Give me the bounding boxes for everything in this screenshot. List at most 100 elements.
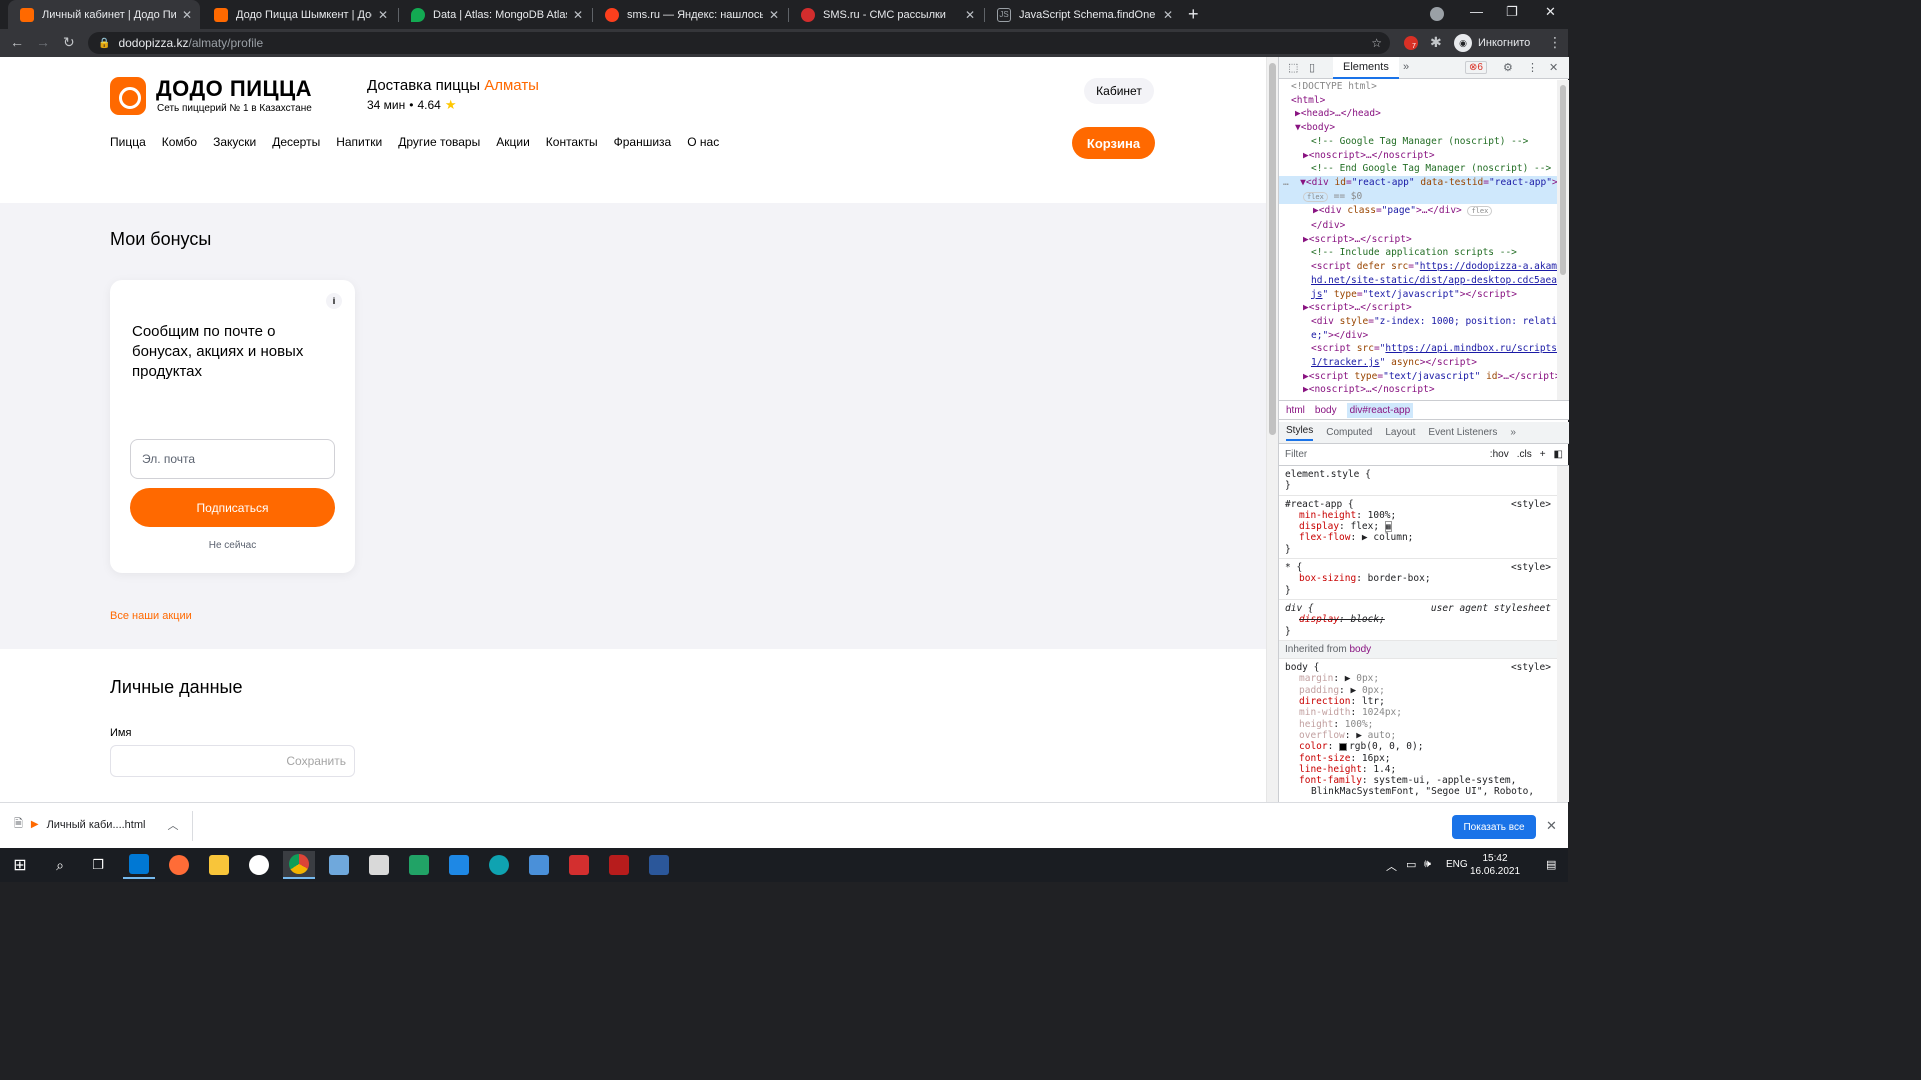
- browser-tab-active[interactable]: Личный кабинет | Додо Пиц ✕: [8, 0, 200, 29]
- browser-tab[interactable]: Data | Atlas: MongoDB Atlas ✕: [399, 0, 591, 29]
- task-view-icon[interactable]: ❐: [82, 851, 114, 879]
- tab-event-listeners[interactable]: Event Listeners: [1428, 427, 1497, 438]
- nav-item-contacts[interactable]: Контакты: [546, 135, 598, 149]
- calculator-icon[interactable]: [363, 851, 395, 879]
- volume-icon[interactable]: 🕪: [1424, 858, 1431, 871]
- browser-tab[interactable]: JS JavaScript Schema.findOne прим ✕: [985, 0, 1181, 29]
- new-rule-icon[interactable]: +: [1540, 449, 1546, 460]
- nav-item-about[interactable]: О нас: [687, 135, 719, 149]
- save-button[interactable]: Сохранить: [286, 754, 346, 768]
- more-subtabs-icon[interactable]: »: [1510, 427, 1516, 438]
- vscode-icon[interactable]: [123, 851, 155, 879]
- windows-start-icon[interactable]: ⊞: [4, 851, 36, 879]
- sidebar-toggle-icon[interactable]: ◧: [1554, 449, 1563, 460]
- settings-gear-icon[interactable]: ⚙: [1503, 61, 1513, 74]
- close-window-icon[interactable]: ✕: [1545, 4, 1556, 20]
- dom-tree-scrollbar[interactable]: [1557, 80, 1569, 400]
- error-count-badge[interactable]: ⊗6: [1465, 61, 1487, 74]
- autocad-icon[interactable]: [563, 851, 595, 879]
- inspect-element-icon[interactable]: ⬚: [1288, 61, 1298, 74]
- search-icon[interactable]: ⌕: [44, 851, 76, 879]
- hov-toggle[interactable]: :hov: [1490, 449, 1509, 460]
- incognito-indicator[interactable]: ◉ Инкогнито: [1454, 34, 1530, 52]
- maximize-icon[interactable]: ❐: [1506, 4, 1518, 20]
- browser-tab[interactable]: sms.ru — Яндекс: нашлось 93 м ✕: [593, 0, 787, 29]
- name-field[interactable]: Сохранить: [110, 745, 355, 777]
- system-clock[interactable]: 15:42 16.06.2021: [1470, 852, 1520, 878]
- edge-icon[interactable]: [483, 851, 515, 879]
- app-icon[interactable]: [443, 851, 475, 879]
- close-tab-icon[interactable]: ✕: [1163, 8, 1173, 22]
- close-download-bar-icon[interactable]: ✕: [1546, 818, 1557, 834]
- word-icon[interactable]: [643, 851, 675, 879]
- nav-item-desserts[interactable]: Десерты: [272, 135, 320, 149]
- more-tabs-icon[interactable]: »: [1403, 61, 1409, 73]
- page-scrollbar[interactable]: [1266, 57, 1278, 802]
- brand-name[interactable]: ДОДО ПИЦЦА: [156, 76, 312, 102]
- tab-search-icon[interactable]: [1430, 7, 1444, 21]
- breadcrumb-react-app[interactable]: div#react-app: [1346, 402, 1414, 418]
- notifications-icon[interactable]: ▤: [1546, 858, 1556, 871]
- pdf-reader-icon[interactable]: [603, 851, 635, 879]
- chrome-icon[interactable]: [283, 851, 315, 879]
- breadcrumb-body[interactable]: body: [1315, 405, 1337, 416]
- file-explorer-icon[interactable]: [203, 851, 235, 879]
- network-diagram-icon[interactable]: [523, 851, 555, 879]
- device-toggle-icon[interactable]: ▯: [1309, 61, 1315, 74]
- styles-filter[interactable]: Filter :hov .cls + ◧: [1279, 444, 1569, 466]
- nav-item-other-goods[interactable]: Другие товары: [398, 135, 480, 149]
- dom-tree[interactable]: <!DOCTYPE html> <html> ▶<head>…</head> ▼…: [1279, 80, 1557, 400]
- excel-icon[interactable]: [403, 851, 435, 879]
- dodo-logo-icon[interactable]: [110, 77, 146, 115]
- styles-pane[interactable]: element.style {} #react-app {<style> min…: [1279, 466, 1557, 802]
- cls-toggle[interactable]: .cls: [1517, 449, 1532, 460]
- forward-icon[interactable]: →: [36, 34, 50, 50]
- input-language[interactable]: ENG: [1446, 859, 1468, 870]
- inherited-tag[interactable]: body: [1349, 644, 1371, 655]
- filter-input[interactable]: Filter: [1285, 449, 1307, 460]
- tab-computed[interactable]: Computed: [1326, 427, 1372, 438]
- network-icon[interactable]: ▭: [1406, 858, 1416, 871]
- postman-icon[interactable]: [163, 851, 195, 879]
- breadcrumb-html[interactable]: html: [1286, 405, 1305, 416]
- nav-item-drinks[interactable]: Напитки: [336, 135, 382, 149]
- subscribe-button[interactable]: Подписаться: [130, 488, 335, 527]
- delivery-city-link[interactable]: Алматы: [484, 77, 539, 94]
- notepad-icon[interactable]: [323, 851, 355, 879]
- close-tab-icon[interactable]: ✕: [769, 8, 779, 22]
- yandex-browser-icon[interactable]: [243, 851, 275, 879]
- cart-button[interactable]: Корзина: [1072, 127, 1155, 159]
- close-devtools-icon[interactable]: ✕: [1549, 61, 1558, 74]
- close-tab-icon[interactable]: ✕: [182, 8, 192, 22]
- close-tab-icon[interactable]: ✕: [965, 8, 975, 22]
- back-icon[interactable]: ←: [10, 34, 24, 50]
- styles-scrollbar[interactable]: [1557, 466, 1569, 802]
- close-tab-icon[interactable]: ✕: [378, 8, 388, 22]
- nav-item-franchise[interactable]: Франшиза: [614, 135, 672, 149]
- info-icon[interactable]: i: [326, 293, 342, 309]
- browser-tab[interactable]: Додо Пицца Шымкент | Дост ✕: [202, 0, 396, 29]
- nav-item-snacks[interactable]: Закуски: [213, 135, 256, 149]
- all-promos-link[interactable]: Все наши акции: [110, 610, 192, 622]
- tray-chevron-icon[interactable]: ︿: [1386, 858, 1397, 874]
- minimize-icon[interactable]: —: [1470, 4, 1483, 19]
- nav-item-pizza[interactable]: Пицца: [110, 135, 146, 149]
- chevron-up-icon[interactable]: ︿: [167, 817, 178, 833]
- nav-item-promos[interactable]: Акции: [496, 135, 530, 149]
- bookmark-star-icon[interactable]: ☆: [1371, 36, 1382, 50]
- extensions-puzzle-icon[interactable]: ✱: [1430, 34, 1442, 51]
- devtools-menu-icon[interactable]: ⋮: [1527, 61, 1538, 74]
- reload-icon[interactable]: ↻: [63, 34, 75, 51]
- cabinet-button[interactable]: Кабинет: [1084, 78, 1154, 104]
- browser-tab[interactable]: SMS.ru - СМС рассылки ✕: [789, 0, 983, 29]
- tab-layout[interactable]: Layout: [1385, 427, 1415, 438]
- close-tab-icon[interactable]: ✕: [573, 8, 583, 22]
- address-bar[interactable]: 🔒 dodopizza.kz/almaty/profile ☆: [88, 32, 1390, 54]
- show-all-downloads-button[interactable]: Показать все: [1452, 815, 1536, 839]
- email-field[interactable]: [130, 439, 335, 479]
- nav-item-combo[interactable]: Комбо: [162, 135, 197, 149]
- not-now-link[interactable]: Не сейчас: [110, 540, 355, 551]
- download-item[interactable]: 🗎 ▶ Личный каби....html ︿: [14, 815, 178, 834]
- new-tab-button[interactable]: +: [1188, 4, 1199, 25]
- browser-menu-icon[interactable]: ⋮: [1548, 34, 1562, 51]
